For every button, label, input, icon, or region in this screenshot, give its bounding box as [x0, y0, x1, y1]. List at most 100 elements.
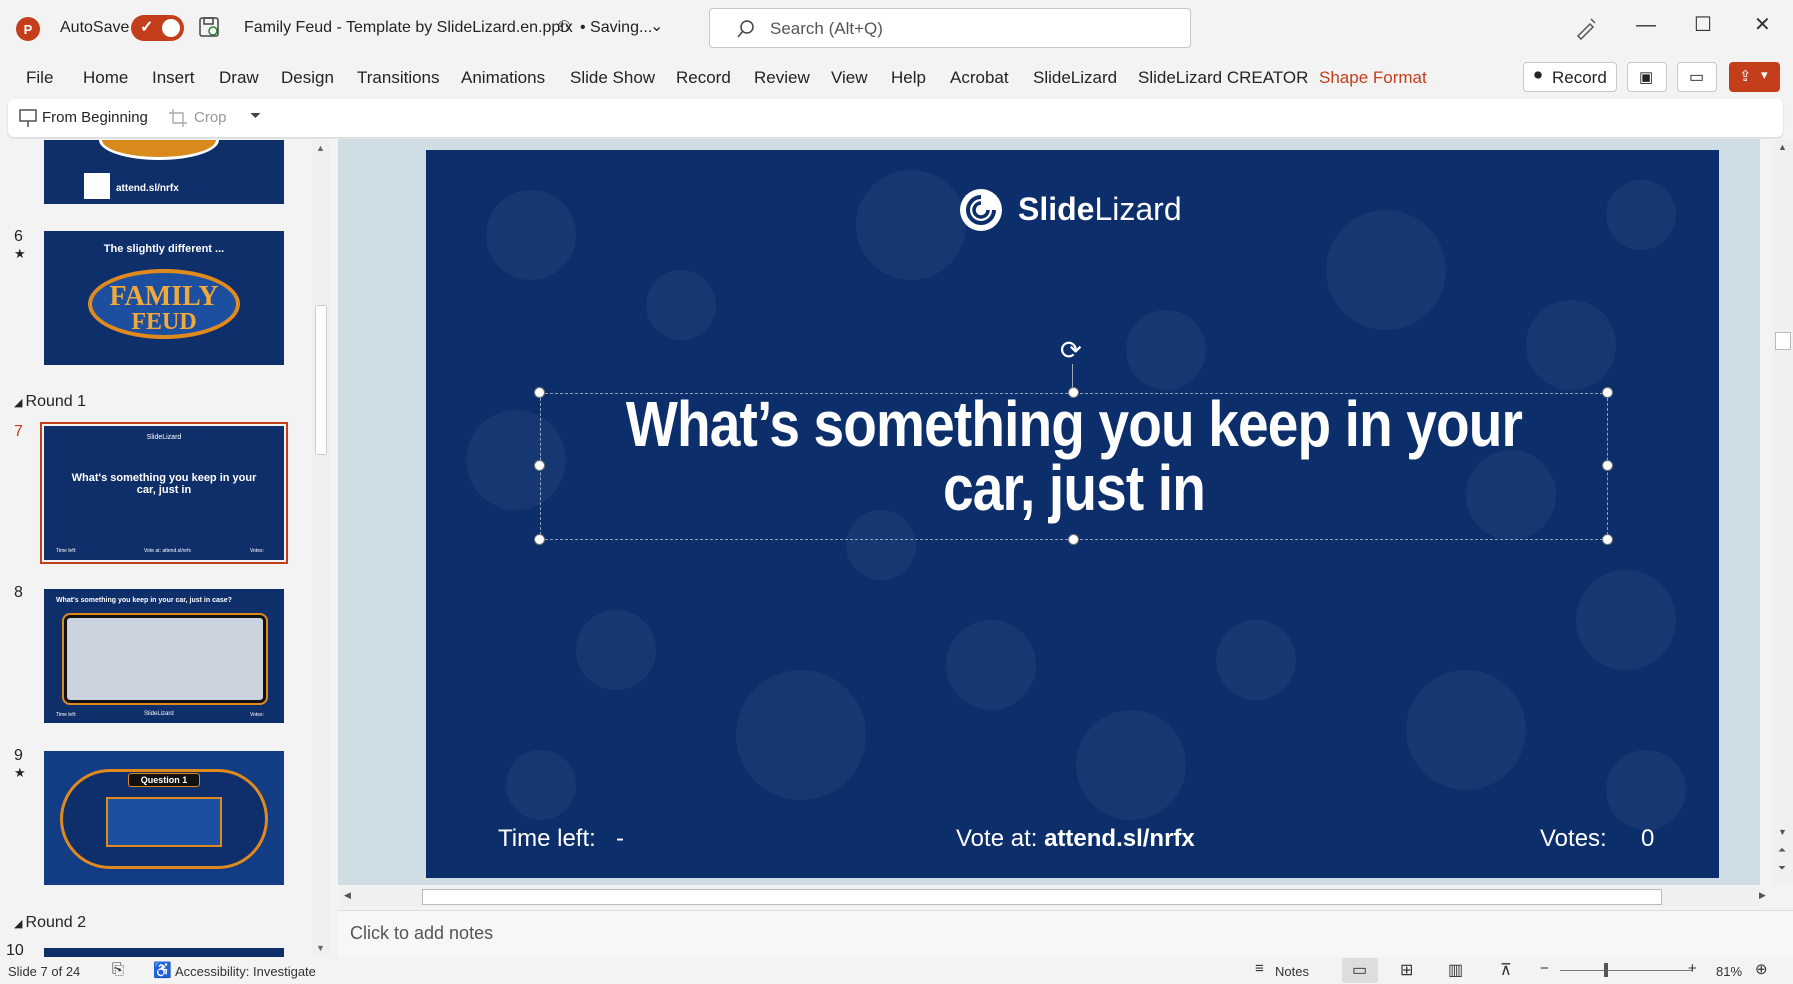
thumbnail-slide-6[interactable]: The slightly different ... FAMILY FEUD: [44, 231, 284, 365]
menu-transitions[interactable]: Transitions: [357, 68, 440, 88]
resize-handle-top-left[interactable]: [534, 387, 545, 398]
crop-button[interactable]: Crop: [194, 109, 227, 126]
notes-pane[interactable]: Click to add notes: [338, 910, 1793, 957]
scroll-down-icon[interactable]: ▼: [316, 943, 325, 953]
notes-placeholder: Click to add notes: [350, 923, 494, 943]
slide-counter[interactable]: Slide 7 of 24: [8, 964, 80, 979]
animation-star-icon: ★: [14, 246, 26, 261]
notes-toggle[interactable]: Notes: [1275, 964, 1309, 979]
menu-shape-format[interactable]: Shape Format: [1319, 68, 1427, 88]
menu-insert[interactable]: Insert: [152, 68, 195, 88]
thumbnail-slide-9[interactable]: Question 1: [44, 751, 284, 885]
customize-toolbar-icon[interactable]: ⏷: [250, 107, 261, 124]
fit-to-window-icon[interactable]: ⊕: [1755, 960, 1768, 978]
accessibility-status[interactable]: Accessibility: Investigate: [175, 964, 316, 979]
scroll-thumb[interactable]: [422, 889, 1662, 905]
menu-design[interactable]: Design: [281, 68, 334, 88]
resize-handle-top-right[interactable]: [1602, 387, 1613, 398]
scroll-down-icon[interactable]: ▼: [1778, 827, 1787, 837]
record-button-label: Record: [1552, 68, 1607, 87]
teams-button[interactable]: ▣: [1627, 62, 1667, 92]
save-icon[interactable]: [198, 16, 220, 38]
zoom-slider[interactable]: [1560, 970, 1692, 971]
close-button[interactable]: ✕: [1754, 12, 1771, 37]
slidelizard-logo-icon: [960, 189, 1002, 231]
menu-slide-show[interactable]: Slide Show: [570, 68, 655, 88]
chevron-down-icon[interactable]: ⌄: [650, 16, 663, 36]
slide-question-title[interactable]: What’s something you keep in your car, j…: [615, 392, 1533, 520]
notes-icon: ≡: [1255, 960, 1264, 977]
vote-url: attend.sl/nrfx: [1044, 825, 1195, 852]
scroll-up-icon[interactable]: ▲: [1778, 142, 1787, 152]
menu-draw[interactable]: Draw: [219, 68, 259, 88]
resize-handle-bottom-left[interactable]: [534, 534, 545, 545]
menu-help[interactable]: Help: [891, 68, 926, 88]
thumb5-url: attend.sl/nrfx: [116, 183, 179, 194]
zoom-in-icon[interactable]: +: [1688, 960, 1697, 977]
time-left-value: -: [616, 825, 624, 852]
resize-handle-left[interactable]: [534, 460, 545, 471]
scroll-thumb[interactable]: [1775, 332, 1791, 350]
comments-button[interactable]: ▭: [1677, 62, 1717, 92]
menu-home[interactable]: Home: [83, 68, 128, 88]
thumbnail-scrollbar[interactable]: ▲ ▼: [312, 140, 330, 957]
scroll-left-icon[interactable]: ◀: [344, 890, 351, 901]
thumbnail-slide-5[interactable]: attend.sl/nrfx: [44, 140, 284, 204]
record-button[interactable]: ⏺ Record: [1523, 62, 1617, 92]
menu-slidelizard[interactable]: SlideLizard: [1033, 68, 1117, 88]
menu-animations[interactable]: Animations: [461, 68, 545, 88]
resize-handle-bottom[interactable]: [1068, 534, 1079, 545]
thumbnail-slide-10[interactable]: [44, 948, 284, 957]
menu-slidelizard-creator[interactable]: SlideLizard CREATOR: [1138, 68, 1308, 88]
thumb7-brand: SlideLizard: [146, 434, 182, 441]
presentation-icon: [19, 109, 37, 127]
slide-show-icon[interactable]: ⊼: [1500, 960, 1512, 980]
thumbnail-slide-8[interactable]: What's something you keep in your car, j…: [44, 589, 284, 723]
share-button[interactable]: ⇪ ▾: [1729, 62, 1780, 92]
maximize-button[interactable]: ☐: [1694, 12, 1712, 37]
file-name[interactable]: Family Feud - Template by SlideLizard.en…: [244, 19, 573, 37]
autosave-toggle[interactable]: ✓: [131, 15, 184, 41]
chevron-down-icon: ▾: [1761, 67, 1768, 82]
menu-review[interactable]: Review: [754, 68, 810, 88]
thumb7-title: What's something you keep in your car, j…: [71, 472, 257, 496]
zoom-out-icon[interactable]: −: [1540, 960, 1549, 977]
previous-slide-icon[interactable]: ⏶: [1778, 845, 1786, 856]
resize-handle-right[interactable]: [1602, 460, 1613, 471]
slide-7[interactable]: SlideLizard ⟳ What’s something you keep …: [426, 150, 1719, 878]
designer-pen-icon[interactable]: [1574, 16, 1598, 40]
search-box[interactable]: Search (Alt+Q): [709, 8, 1191, 48]
menu-acrobat[interactable]: Acrobat: [950, 68, 1009, 88]
saving-status[interactable]: • Saving...: [580, 19, 652, 37]
from-beginning-button[interactable]: From Beginning: [42, 109, 148, 126]
section-round-1[interactable]: ◢ Round 1: [14, 393, 86, 411]
scroll-thumb[interactable]: [315, 305, 327, 455]
next-slide-icon[interactable]: ⏷: [1778, 863, 1786, 874]
collapse-triangle-icon: ◢: [14, 918, 26, 930]
spelling-check-icon[interactable]: ⎘: [112, 961, 124, 978]
normal-view-button[interactable]: ▭: [1342, 958, 1378, 983]
slide-sorter-icon[interactable]: ⊞: [1400, 960, 1413, 980]
thumb6-title: The slightly different ...: [103, 243, 225, 255]
resize-handle-bottom-right[interactable]: [1602, 534, 1613, 545]
animation-star-icon: ★: [14, 765, 26, 780]
menu-record[interactable]: Record: [676, 68, 731, 88]
thumb7-vote: Vote at: attend.sl/nrfx: [144, 548, 191, 554]
rotate-handle-icon[interactable]: ⟳: [1060, 335, 1082, 366]
canvas-horizontal-scrollbar[interactable]: ◀ ▶: [340, 887, 1766, 907]
menu-file[interactable]: File: [26, 68, 53, 88]
minimize-button[interactable]: —: [1636, 14, 1656, 37]
accessibility-icon: ♿: [153, 962, 172, 979]
canvas-vertical-scrollbar[interactable]: ▲ ▼ ⏶ ⏷: [1773, 139, 1793, 885]
check-icon: ✓: [140, 19, 154, 36]
zoom-slider-thumb[interactable]: [1604, 963, 1608, 977]
section-round-2[interactable]: ◢ Round 2: [14, 914, 86, 932]
zoom-level[interactable]: 81%: [1716, 964, 1742, 979]
scroll-up-icon[interactable]: ▲: [316, 143, 325, 153]
thumb8-brand: SlideLizard: [144, 711, 174, 717]
menu-view[interactable]: View: [831, 68, 868, 88]
reading-view-icon[interactable]: ▥: [1448, 960, 1463, 980]
thumb7-time: Time left:: [56, 548, 77, 554]
thumbnail-slide-7[interactable]: SlideLizard What's something you keep in…: [40, 422, 288, 564]
scroll-right-icon[interactable]: ▶: [1759, 890, 1766, 901]
